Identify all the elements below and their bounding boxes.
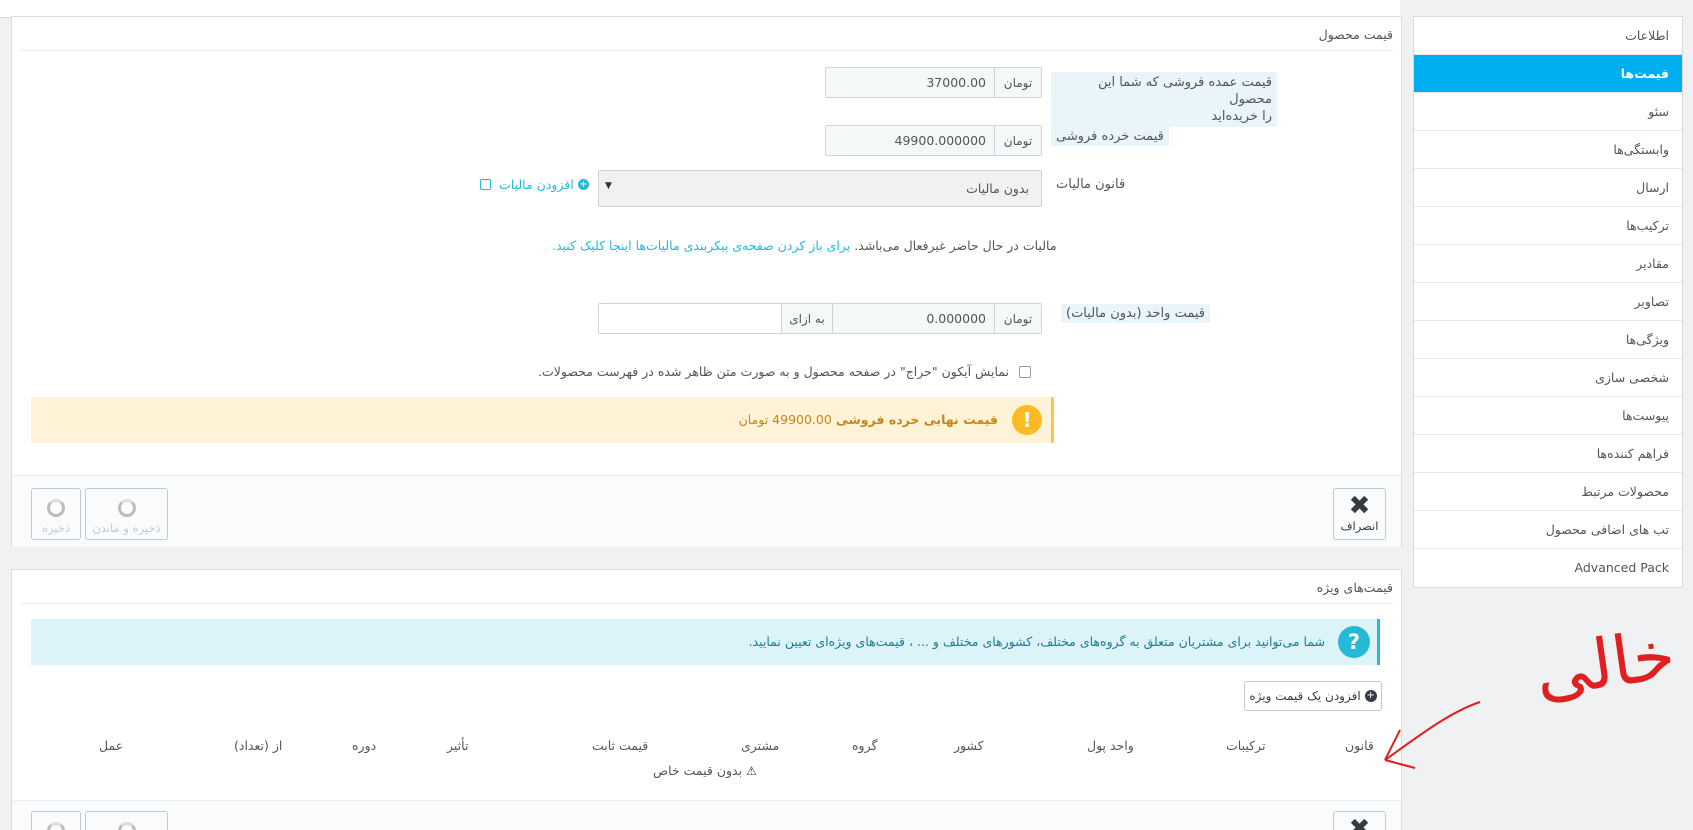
sidebar-item-quantities[interactable]: مقادیر: [1414, 245, 1682, 283]
help-icon: ?: [1338, 626, 1370, 658]
column-header-from-quantity: از (تعداد): [234, 738, 283, 753]
external-link-icon: [480, 179, 491, 190]
sidebar-item-features[interactable]: ویژگی‌ها: [1414, 321, 1682, 359]
sidebar-item-advanced-pack[interactable]: Advanced Pack: [1414, 549, 1682, 587]
column-header-action: عمل: [99, 738, 124, 753]
save-and-stay-button[interactable]: [85, 811, 168, 830]
wholesale-price-value: 37000.00: [926, 75, 986, 90]
column-header-currency: واحد پول: [1087, 738, 1134, 753]
column-header-group: گروه: [852, 738, 878, 753]
special-prices-info: ? شما می‌توانید برای مشتریان متعلق به گر…: [31, 619, 1380, 665]
sidebar-item-combinations[interactable]: ترکیب‌ها: [1414, 207, 1682, 245]
save-label: ذخیره: [41, 521, 71, 535]
column-header-combination: ترکیبات: [1226, 738, 1266, 753]
unit-per-input[interactable]: به ازای: [598, 303, 833, 334]
panel-footer: ✖: [12, 800, 1401, 830]
save-button[interactable]: ذخیره: [31, 488, 81, 540]
sidebar-item-associations[interactable]: وابستگی‌ها: [1414, 131, 1682, 169]
product-price-panel: قیمت محصول قیمت عمده فروشی که شما این مح…: [11, 16, 1402, 547]
sidebar-item-seo[interactable]: سئو: [1414, 93, 1682, 131]
tax-notice-text: مالیات در حال حاضر غیرفعال می‌باشد.: [854, 238, 1057, 253]
wholesale-label-line1: قیمت عمده فروشی که شما این محصول: [1097, 75, 1272, 107]
annotation-text: خالی: [1530, 615, 1680, 714]
annotation-arrow: [1384, 701, 1481, 769]
add-tax-label: افزودن مالیات: [499, 177, 574, 192]
spinner-icon: [117, 822, 136, 830]
column-header-impact: تأثیر: [447, 738, 469, 753]
sidebar-item-attachments[interactable]: پیوست‌ها: [1414, 397, 1682, 435]
unit-price-value: 0.000000: [926, 311, 986, 326]
special-prices-panel: قیمت‌های ویژه ? شما می‌توانید برای مشتری…: [11, 569, 1402, 830]
sidebar-item-prices[interactable]: قیمت‌ها: [1414, 55, 1682, 93]
on-sale-label: نمایش آیکون "حراج" در صفحه محصول و به صو…: [538, 364, 1009, 379]
exclamation-icon: !: [1012, 405, 1042, 435]
tax-notice: مالیات در حال حاضر غیرفعال می‌باشد. برای…: [552, 238, 1057, 253]
divider: [20, 50, 1393, 51]
currency-addon: تومان: [994, 126, 1041, 155]
warning-icon: ⚠: [746, 763, 757, 778]
retail-price-value: 49900.000000: [894, 133, 986, 148]
sidebar-item-customization[interactable]: شخصی سازی: [1414, 359, 1682, 397]
cancel-button[interactable]: ✖ انصراف: [1333, 488, 1386, 540]
save-button[interactable]: [31, 811, 81, 830]
spinner-icon: [117, 499, 136, 517]
column-header-country: کشور: [954, 738, 984, 753]
chevron-down-icon: ▼: [605, 181, 612, 191]
spinner-icon: [47, 499, 65, 517]
add-special-price-label: افزودن یک قیمت ویژه: [1249, 689, 1361, 703]
tax-rule-select[interactable]: بدون مالیات ▼: [598, 170, 1042, 207]
panel-title: قیمت محصول: [1318, 27, 1393, 42]
retail-price-label: قیمت خرده فروشی: [1051, 127, 1169, 146]
save-and-stay-button[interactable]: ذخیره و ماندن: [85, 488, 168, 540]
unit-per-value: [599, 304, 781, 333]
column-header-customer: مشتری: [741, 738, 780, 753]
sidebar-item-info[interactable]: اطلاعات: [1414, 17, 1682, 55]
final-price-currency: تومان: [738, 412, 769, 427]
sidebar-item-related-products[interactable]: محصولات مرتبط: [1414, 473, 1682, 511]
close-icon: ✖: [1348, 491, 1371, 521]
unit-price-label: قیمت واحد (بدون مالیات): [1061, 304, 1210, 323]
per-addon: به ازای: [781, 304, 832, 333]
final-price-alert: ! قیمت نهایی خرده فروشی 49900.00 تومان: [31, 397, 1054, 443]
tax-rule-label: قانون مالیات: [1056, 177, 1126, 192]
tax-config-link[interactable]: برای باز کردن صفحه‌ی پیکربندی مالیات‌ها …: [552, 238, 850, 253]
add-tax-link[interactable]: + افزودن مالیات: [480, 177, 589, 192]
spinner-icon: [47, 822, 65, 830]
wholesale-label-line2: را خریده‌اید: [1211, 109, 1272, 124]
add-special-price-button[interactable]: + افزودن یک قیمت ویژه: [1244, 681, 1382, 711]
currency-addon: تومان: [994, 304, 1041, 333]
panel-footer: ✖ انصراف ذخیره و ماندن ذخیره: [12, 475, 1401, 547]
panel-title: قیمت‌های ویژه: [1316, 580, 1393, 595]
wholesale-price-input[interactable]: 37000.00 تومان: [825, 67, 1042, 98]
wholesale-price-label: قیمت عمده فروشی که شما این محصول را خرید…: [1051, 72, 1277, 127]
product-tabs-sidebar: اطلاعات قیمت‌ها سئو وابستگی‌ها ارسال ترک…: [1413, 16, 1683, 588]
empty-table-row: ⚠ بدون قیمت خاص: [653, 763, 757, 778]
column-header-period: دوره: [352, 738, 377, 753]
final-price-value: 49900.00: [772, 412, 832, 427]
final-price-label: قیمت نهایی خرده فروشی: [835, 412, 998, 427]
cancel-button[interactable]: ✖: [1333, 811, 1386, 830]
retail-price-input[interactable]: 49900.000000 تومان: [825, 125, 1042, 156]
on-sale-checkbox[interactable]: [1019, 366, 1031, 378]
divider: [20, 603, 1393, 604]
sidebar-item-images[interactable]: تصاویر: [1414, 283, 1682, 321]
final-price-text: قیمت نهایی خرده فروشی 49900.00 تومان: [739, 412, 998, 427]
sidebar-item-shipping[interactable]: ارسال: [1414, 169, 1682, 207]
column-header-rule: قانون: [1345, 738, 1374, 753]
unit-price-input[interactable]: 0.000000 تومان: [832, 303, 1042, 334]
close-icon: ✖: [1348, 814, 1371, 830]
sidebar-item-suppliers[interactable]: فراهم کننده‌ها: [1414, 435, 1682, 473]
tax-rule-selected: بدون مالیات: [966, 181, 1029, 196]
info-text: شما می‌توانید برای مشتریان متعلق به گروه…: [748, 634, 1325, 649]
cancel-label: انصراف: [1340, 519, 1379, 533]
plus-circle-icon: +: [1364, 690, 1377, 702]
currency-addon: تومان: [994, 68, 1041, 97]
sidebar-item-extra-tabs[interactable]: تب های اضافی محصول: [1414, 511, 1682, 549]
plus-circle-icon: +: [577, 179, 589, 190]
column-header-fixed-price: قیمت ثابت: [592, 738, 649, 753]
save-and-stay-label: ذخیره و ماندن: [92, 521, 161, 535]
empty-label: بدون قیمت خاص: [653, 763, 743, 778]
